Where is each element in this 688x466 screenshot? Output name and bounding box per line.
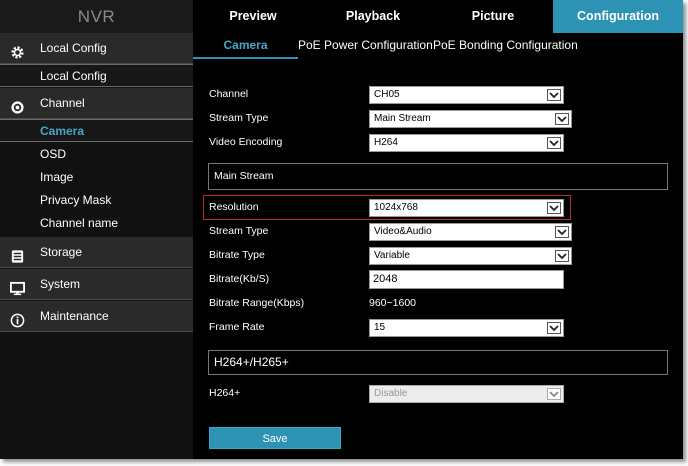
app-logo: NVR [0, 0, 193, 33]
sidebar-item-label: Camera [40, 124, 85, 138]
bitrate-range-label: Bitrate Range(Kbps) [209, 297, 305, 309]
bitrate-type-select[interactable]: Variable [369, 247, 572, 265]
chevron-down-icon [547, 137, 561, 149]
frame-rate-select[interactable]: 15 [369, 319, 564, 337]
stream-type-label: Stream Type [209, 225, 269, 237]
sidebar-group-label: Channel [40, 96, 85, 110]
resolution-value: 1024x768 [374, 202, 418, 213]
sidebar-group-label: Maintenance [40, 309, 109, 323]
sidebar-item-label: Local Config [40, 69, 107, 83]
stream-type-label: Stream Type [209, 112, 269, 124]
frame-rate-label: Frame Rate [209, 321, 265, 333]
resolution-label: Resolution [209, 201, 259, 213]
tab-picture[interactable]: Picture [433, 0, 553, 33]
video-encoding-select[interactable]: H264 [369, 134, 564, 152]
chevron-down-icon [555, 113, 569, 125]
sidebar-group-label: Local Config [40, 41, 107, 55]
chevron-down-icon [547, 89, 561, 101]
sidebar-item-privacy-mask[interactable]: Privacy Mask [0, 189, 193, 212]
sidebar-group-local-config[interactable]: Local Config [0, 33, 193, 64]
sidebar-item-label: Image [40, 170, 74, 184]
h264plus-select[interactable]: Disable [369, 385, 564, 403]
tab-configuration[interactable]: Configuration [553, 0, 683, 33]
bitrate-type-label: Bitrate Type [209, 249, 265, 261]
sidebar-group-storage[interactable]: Storage [0, 237, 193, 268]
channel-label: Channel [209, 88, 249, 100]
sidebar-item-label: Privacy Mask [40, 193, 112, 207]
video-encoding-value: H264 [374, 137, 398, 148]
bitrate-type-value: Variable [374, 250, 410, 261]
gear-icon [10, 41, 25, 59]
channel-value: CH05 [374, 89, 400, 100]
stream-type-select[interactable]: Main Stream [369, 110, 572, 128]
stream-type-av-value: Video&Audio [374, 226, 432, 237]
sidebar-group-label: System [40, 277, 81, 291]
sidebar-item-label: Channel name [40, 216, 119, 230]
bitrate-input[interactable]: 2048 [369, 270, 564, 289]
bitrate-range-value: 960~1600 [369, 297, 417, 309]
monitor-icon [10, 277, 25, 296]
resolution-select[interactable]: 1024x768 [369, 199, 564, 217]
chevron-down-icon [555, 226, 569, 238]
subtab-poe-power-configuration[interactable]: PoE Power Configuration [298, 33, 433, 57]
sidebar-group-system[interactable]: System [0, 269, 193, 300]
subtab-underline [193, 57, 298, 59]
stream-type-value: Main Stream [374, 113, 431, 124]
video-encoding-label: Video Encoding [209, 136, 283, 148]
sidebar: Local Config Local Config Channel Camera… [0, 33, 193, 459]
chevron-down-icon [555, 250, 569, 262]
sidebar-group-label: Storage [40, 245, 83, 259]
h264plus-label: H264+ [209, 387, 241, 399]
main-stream-section: Main Stream [208, 163, 668, 190]
sidebar-item-channel-name[interactable]: Channel name [0, 212, 193, 235]
storage-icon [10, 245, 25, 263]
sidebar-item-osd[interactable]: OSD [0, 143, 193, 166]
sidebar-group-channel[interactable]: Channel [0, 88, 193, 119]
chevron-down-icon [547, 322, 561, 334]
h264-section-title: H264+/H265+ [214, 355, 289, 369]
h264plus-value: Disable [374, 388, 408, 399]
info-icon [10, 309, 25, 328]
camera-icon [10, 96, 25, 114]
subtab-poe-bonding-configuration[interactable]: PoE Bonding Configuration [433, 33, 578, 57]
chevron-down-icon [547, 202, 561, 214]
stream-type-av-select[interactable]: Video&Audio [369, 223, 572, 241]
sidebar-item-local-config[interactable]: Local Config [0, 64, 193, 87]
sidebar-group-maintenance[interactable]: Maintenance [0, 301, 193, 332]
sidebar-item-label: OSD [40, 147, 67, 161]
tab-playback[interactable]: Playback [313, 0, 433, 33]
tab-preview[interactable]: Preview [193, 0, 313, 33]
subtab-camera[interactable]: Camera [193, 33, 298, 57]
sidebar-item-image[interactable]: Image [0, 166, 193, 189]
h264-section: H264+/H265+ [208, 350, 668, 375]
channel-select[interactable]: CH05 [369, 86, 564, 104]
bitrate-label: Bitrate(Kb/S) [209, 273, 270, 285]
nvr-window: NVR Preview Playback Picture Configurati… [0, 0, 683, 459]
frame-rate-value: 15 [374, 322, 386, 333]
sidebar-item-camera[interactable]: Camera [0, 119, 193, 142]
chevron-down-icon [547, 388, 561, 400]
save-button[interactable]: Save [209, 427, 341, 449]
main-stream-title: Main Stream [214, 170, 274, 182]
